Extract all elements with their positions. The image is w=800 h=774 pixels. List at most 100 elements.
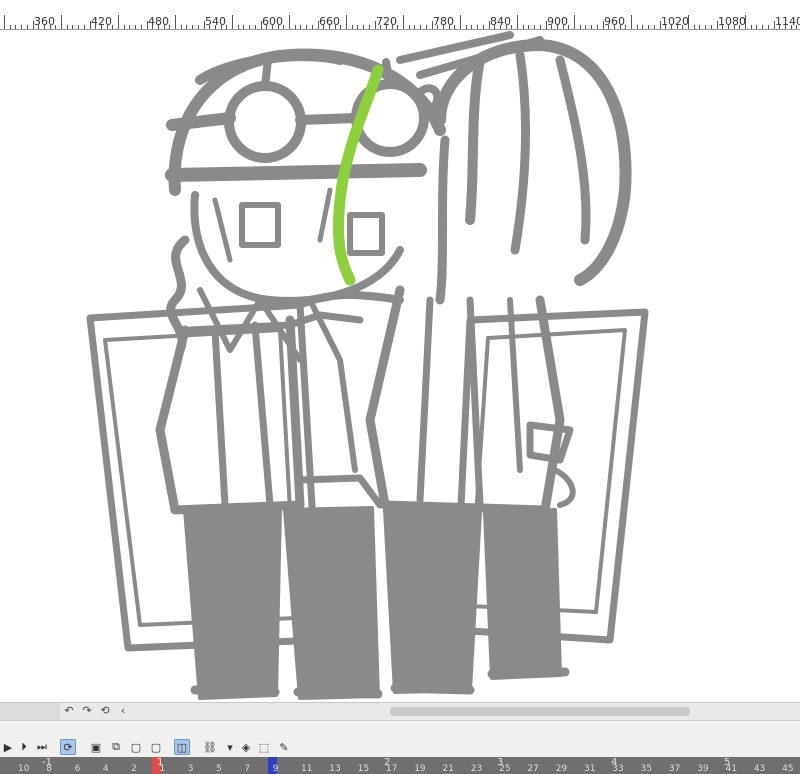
ruler-tick [653,25,655,29]
ruler-tick [465,25,467,29]
frame-number: 41 [725,764,737,774]
ruler-tick [591,25,593,29]
pen-icon[interactable]: ✎ [276,739,292,755]
ruler-tick [66,25,68,29]
onion-skin-icon[interactable]: ◫ [174,739,190,755]
ruler-tick [403,15,404,29]
frame-number: 35 [640,764,653,774]
ruler-tick [140,25,142,29]
ruler-tick [243,25,245,29]
loop-icon[interactable]: ⟳ [60,739,76,755]
ruler-label: 660 [319,15,340,28]
play-icon[interactable]: ▶ [0,739,16,755]
ruler-tick [123,25,125,29]
frame-number: 9 [272,764,279,774]
frame-number: 13 [329,764,341,774]
ruler-tick [482,25,484,29]
ruler-tick [83,25,85,29]
ruler-tick [226,25,228,29]
frame-number: 15 [357,764,370,774]
ruler-tick [517,15,518,29]
frame-number: 37 [668,764,681,774]
frame-number: 29 [555,764,568,774]
duplicate-cel-icon[interactable]: ⧉ [108,739,124,755]
scroll-left-icon[interactable]: ‹ [116,704,130,718]
ruler-tick [346,15,347,29]
ruler-tick [574,15,575,29]
ruler-tick [420,25,422,29]
ruler-tick [414,25,416,29]
frame-number: 8 [46,764,53,774]
ruler-tick [254,25,256,29]
skip-end-icon[interactable]: ⏭ [34,739,50,755]
reset-rotation-icon[interactable]: ⟲ [98,704,112,718]
ruler-tick [306,25,308,29]
ruler-tick [55,25,57,29]
ruler-label: 1020 [661,15,689,28]
drawing-canvas[interactable] [0,30,800,702]
ruler-tick [357,25,359,29]
ruler-tick [61,15,62,29]
timeline-frame-ruler[interactable]: -1 1 2 3 4 5 10 8 6 4 2 1 3 5 7 9 11 13 15 17 19 21 23 25 27 29 31… [0,757,800,774]
ruler-tick [710,25,712,29]
ruler-label: 540 [205,15,226,28]
sketch-artwork [86,31,649,700]
cel-icon-2[interactable]: ▢ [148,739,164,755]
ruler-label: 1140 [775,15,800,28]
frame-number: 2 [131,764,137,774]
light-table-icon[interactable]: ◈ [238,739,254,755]
rotate-right-icon[interactable]: ↷ [80,704,94,718]
ruler-tick [528,25,530,29]
ruler-tick [186,25,188,29]
cel-icon[interactable]: ▢ [128,739,144,755]
dropdown-icon[interactable]: ▾ [222,739,238,755]
ruler-tick [477,25,479,29]
ruler-tick [750,25,752,29]
ruler-label: 1080 [718,15,746,28]
goggle-left [224,81,306,163]
frame-number: 31 [584,764,596,774]
frame-number: 39 [697,764,709,774]
ruler-tick [625,25,627,29]
timeline-toolbar: ▶ ⏵ ⏭ ⟳ ▣ ⧉ ▢ ▢ ◫ ⛓ ▾ ◈ ⬚ ✎ [0,720,800,757]
ruler-tick [192,25,194,29]
new-cel-icon[interactable]: ▣ [88,739,104,755]
ruler-tick [408,25,410,29]
ruler-tick [311,25,313,29]
step-forward-icon[interactable]: ⏵ [16,739,32,755]
ruler-tick [232,15,233,29]
rotate-left-icon[interactable]: ↶ [62,704,76,718]
frame-number: 21 [442,764,454,774]
frame-number: 45 [782,764,794,774]
ruler-label: 420 [91,15,112,28]
ruler-tick [363,25,365,29]
ruler-tick [78,25,80,29]
ruler-tick [454,25,456,29]
ruler-tick [579,25,581,29]
frame-number: 7 [244,764,251,774]
ruler-tick [636,25,638,29]
ruler-tick [511,25,513,29]
ruler-tick [693,25,695,29]
frame-number: 3 [187,764,194,774]
frame-number: 5 [216,764,222,774]
canvas-tab [0,703,60,720]
ruler-tick [705,25,707,29]
ruler-tick [648,25,650,29]
ruler-label: 780 [433,15,454,28]
scrollbar-thumb[interactable] [390,707,690,716]
ruler-tick [4,15,5,29]
ruler-tick [756,25,758,29]
horizontal-ruler: 360 420 480 540 600 660 720 780 840 900 960 1020 108… [0,0,800,30]
frame-number: 25 [499,764,511,774]
ruler-tick [397,25,399,29]
ruler-tick [460,15,461,29]
ruler-tick [180,25,182,29]
horizontal-scrollbar[interactable]: ↶ ↷ ⟲ ‹ [0,702,800,720]
link-icon[interactable]: ⛓ [202,739,218,755]
cel-shape-icon[interactable]: ⬚ [256,739,272,755]
ruler-tick [112,25,114,29]
ruler-tick [26,25,28,29]
frame-number: 6 [74,764,81,774]
ruler-tick [522,25,524,29]
